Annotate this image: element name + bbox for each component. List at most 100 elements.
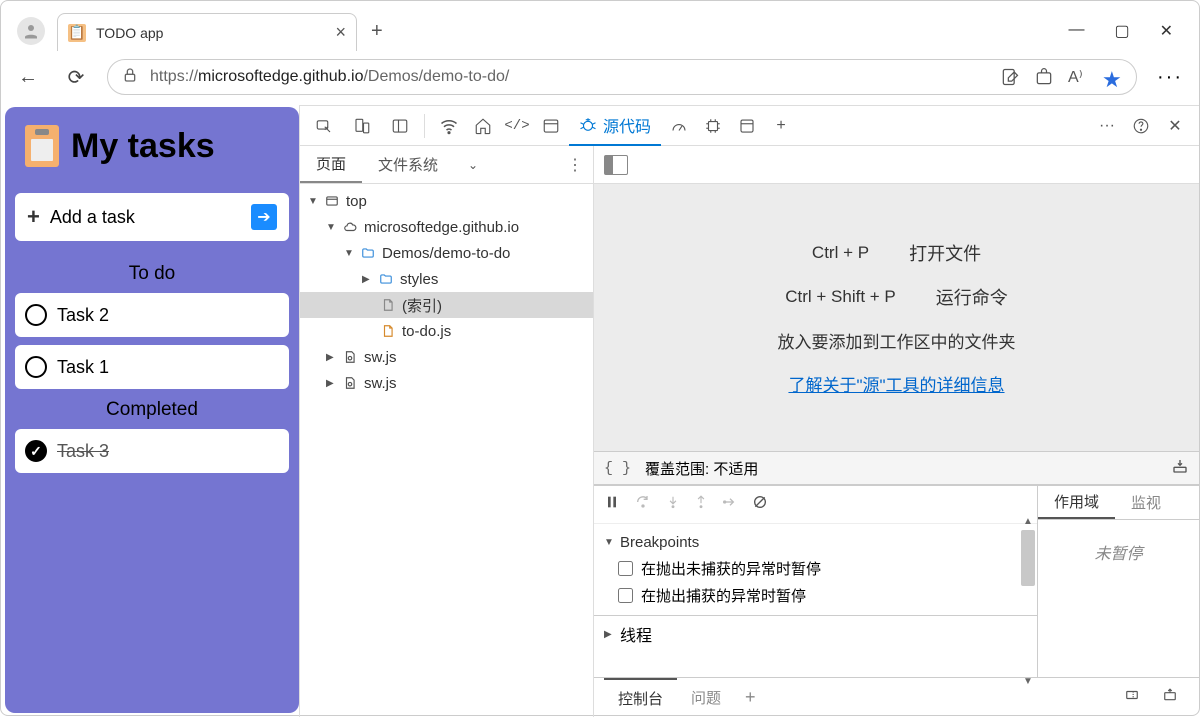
tree-item-sw1[interactable]: ▶sw.js (300, 344, 593, 370)
plus-icon: + (27, 204, 40, 230)
inspect-icon[interactable] (308, 110, 340, 142)
pause-caught-checkbox[interactable]: 在抛出捕获的异常时暂停 (604, 582, 1027, 609)
step-over-icon[interactable] (634, 494, 652, 515)
browser-tab[interactable]: 📋 TODO app × (57, 13, 357, 51)
shortcut-key: Ctrl + Shift + P (785, 287, 896, 307)
gear-file-icon (342, 349, 358, 365)
browser-menu-button[interactable]: ··· (1151, 66, 1189, 89)
add-task-placeholder: Add a task (50, 207, 135, 228)
read-aloud-icon[interactable]: A⁾ (1068, 67, 1088, 87)
drawer-expand-icon[interactable] (1151, 688, 1189, 707)
close-tab-icon[interactable]: × (335, 22, 346, 43)
wifi-icon[interactable] (433, 110, 465, 142)
folder-icon (360, 245, 376, 261)
threads-header[interactable]: ▶线程 (594, 615, 1037, 652)
drawer-tab-issues[interactable]: 问题 (677, 678, 735, 717)
drawer-dock-icon[interactable] (1113, 688, 1151, 707)
tree-item-folder[interactable]: ▼Demos/demo-to-do (300, 240, 593, 266)
watch-tab[interactable]: 监视 (1115, 486, 1177, 519)
shortcut-key: Ctrl + P (812, 243, 869, 263)
back-button[interactable]: ← (11, 60, 45, 94)
drawer-add-icon[interactable]: + (735, 687, 766, 708)
address-bar-row: ← ⟳ https://microsoftedge.github.io/Demo… (1, 51, 1199, 103)
todo-app-panel: My tasks + Add a task ➔ To do Task 2 Tas… (5, 107, 299, 713)
profile-avatar[interactable] (17, 17, 45, 45)
task-item[interactable]: Task 1 (15, 345, 289, 389)
memory-icon[interactable] (697, 110, 729, 142)
download-icon[interactable] (1171, 458, 1189, 478)
favorite-star-icon[interactable]: ★ (1102, 67, 1122, 87)
cloud-icon (342, 219, 358, 235)
dock-icon[interactable] (384, 110, 416, 142)
editor-toolbar (594, 146, 1199, 184)
step-icon[interactable] (722, 494, 738, 515)
nav-tab-page[interactable]: 页面 (300, 146, 362, 183)
drawer-tab-console[interactable]: 控制台 (604, 678, 677, 717)
tree-item-todojs[interactable]: to-do.js (300, 318, 593, 344)
minimize-icon[interactable]: — (1068, 21, 1084, 41)
tab-title: TODO app (96, 25, 163, 41)
breakpoints-header[interactable]: ▼Breakpoints (604, 530, 1027, 555)
app-icon[interactable] (1034, 67, 1054, 87)
task-label: Task 1 (57, 357, 109, 378)
chevron-down-icon: ⌄ (468, 158, 478, 172)
step-into-icon[interactable] (666, 494, 680, 515)
coverage-label: 覆盖范围: 不适用 (645, 458, 758, 479)
circle-icon[interactable] (25, 304, 47, 326)
file-tree: ▼top ▼microsoftedge.github.io ▼Demos/dem… (300, 184, 593, 717)
maximize-icon[interactable]: ▢ (1114, 21, 1129, 41)
nav-tab-filesystem[interactable]: 文件系统 ⌄ (362, 146, 494, 183)
scrollbar[interactable]: ▲ ▼ (1021, 530, 1035, 673)
tree-item-styles[interactable]: ▶styles (300, 266, 593, 292)
editor-pane: Ctrl + P 打开文件 Ctrl + Shift + P 运行命令 放入要添… (594, 146, 1199, 717)
help-icon[interactable] (1125, 110, 1157, 142)
edit-icon[interactable] (1000, 67, 1020, 87)
pause-icon[interactable] (604, 494, 620, 515)
sources-tab[interactable]: 源代码 (569, 106, 661, 146)
scope-body: 未暂停 (1038, 520, 1199, 677)
pause-uncaught-checkbox[interactable]: 在抛出未捕获的异常时暂停 (604, 555, 1027, 582)
devtools-toolbar: </> 源代码 + ··· ✕ (300, 106, 1199, 146)
devtools-more-icon[interactable]: ··· (1091, 110, 1123, 142)
toggle-navigator-icon[interactable] (604, 155, 628, 175)
nav-more-icon[interactable]: ⋮ (557, 155, 593, 175)
add-tab-icon[interactable]: + (765, 110, 797, 142)
clipboard-icon: 📋 (68, 24, 86, 42)
deactivate-breakpoints-icon[interactable] (752, 494, 768, 515)
address-bar[interactable]: https://microsoftedge.github.io/Demos/de… (107, 59, 1137, 95)
tree-item-index[interactable]: (索引) (300, 292, 593, 318)
task-label: Task 2 (57, 305, 109, 326)
circle-icon[interactable] (25, 356, 47, 378)
tree-item-host[interactable]: ▼microsoftedge.github.io (300, 214, 593, 240)
section-todo-label: To do (15, 263, 289, 285)
new-tab-button[interactable]: + (371, 20, 383, 43)
braces-icon[interactable]: { } (604, 460, 631, 477)
task-item-completed[interactable]: Task 3 (15, 429, 289, 473)
device-icon[interactable] (346, 110, 378, 142)
gear-file-icon (342, 375, 358, 391)
debugger-controls (594, 486, 1037, 524)
application-icon[interactable] (731, 110, 763, 142)
learn-more-link[interactable]: 了解关于"源"工具的详细信息 (788, 371, 1004, 396)
url-text: https://microsoftedge.github.io/Demos/de… (150, 68, 509, 86)
step-out-icon[interactable] (694, 494, 708, 515)
drop-hint: 放入要添加到工作区中的文件夹 (778, 328, 1016, 353)
task-label: Task 3 (57, 441, 109, 462)
refresh-button[interactable]: ⟳ (59, 60, 93, 94)
close-devtools-icon[interactable]: ✕ (1159, 110, 1191, 142)
shortcut-label: 运行命令 (936, 284, 1008, 310)
scope-tab[interactable]: 作用域 (1038, 486, 1115, 519)
home-icon[interactable] (467, 110, 499, 142)
close-window-icon[interactable]: ✕ (1160, 21, 1173, 41)
performance-icon[interactable] (663, 110, 695, 142)
tree-item-top[interactable]: ▼top (300, 188, 593, 214)
submit-task-button[interactable]: ➔ (251, 204, 277, 230)
check-circle-icon[interactable] (25, 440, 47, 462)
tree-item-sw2[interactable]: ▶sw.js (300, 370, 593, 396)
task-item[interactable]: Task 2 (15, 293, 289, 337)
sources-navigator: 页面 文件系统 ⌄ ⋮ ▼top ▼microsoftedge.github.i… (300, 146, 594, 717)
elements-icon[interactable]: </> (501, 110, 533, 142)
add-task-input[interactable]: + Add a task ➔ (15, 193, 289, 241)
window-icon (324, 193, 340, 209)
console-icon[interactable] (535, 110, 567, 142)
